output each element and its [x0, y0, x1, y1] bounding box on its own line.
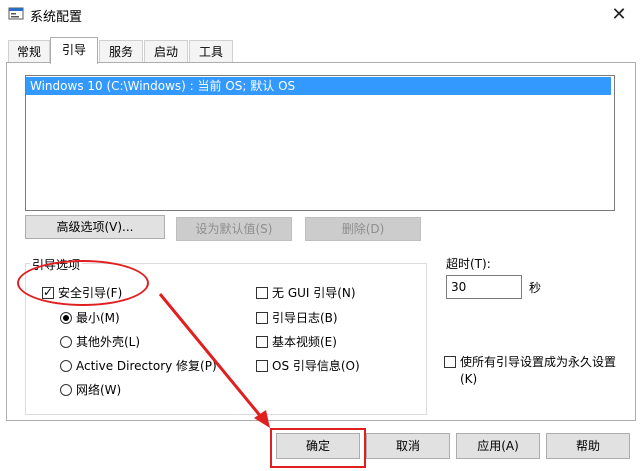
os-boot-info-checkbox[interactable]: [256, 360, 268, 372]
system-config-icon: [8, 7, 24, 20]
no-gui-boot-label[interactable]: 无 GUI 引导(N): [272, 286, 356, 300]
base-video-checkbox[interactable]: [256, 336, 268, 348]
boot-log-checkbox[interactable]: [256, 312, 268, 324]
minimal-label[interactable]: 最小(M): [76, 311, 120, 325]
help-button[interactable]: 帮助: [546, 433, 630, 459]
make-permanent-checkbox[interactable]: [444, 356, 456, 368]
minimal-radio[interactable]: [60, 312, 72, 324]
os-boot-info-label[interactable]: OS 引导信息(O): [272, 359, 360, 373]
annotation-rectangle: [270, 428, 366, 468]
boot-log-label[interactable]: 引导日志(B): [272, 311, 338, 325]
tab-boot[interactable]: 引导: [50, 37, 98, 64]
network-radio[interactable]: [60, 384, 72, 396]
alternate-shell-label[interactable]: 其他外壳(L): [76, 335, 140, 349]
os-list[interactable]: [25, 75, 615, 211]
timeout-input[interactable]: 30: [446, 275, 522, 299]
delete-button[interactable]: 删除(D): [305, 217, 421, 241]
timeout-label: 超时(T):: [446, 257, 491, 271]
tab-services[interactable]: 服务: [99, 40, 143, 63]
base-video-label[interactable]: 基本视频(E): [272, 335, 337, 349]
ad-repair-label[interactable]: Active Directory 修复(P): [76, 359, 217, 373]
annotation-ellipse: [17, 260, 149, 306]
os-list-item[interactable]: Windows 10 (C:\Windows) : 当前 OS; 默认 OS: [26, 77, 611, 95]
no-gui-boot-checkbox[interactable]: [256, 287, 268, 299]
tab-startup[interactable]: 启动: [144, 40, 188, 63]
network-label[interactable]: 网络(W): [76, 383, 121, 397]
make-permanent-label[interactable]: 使所有引导设置成为永久设置: [460, 355, 616, 369]
close-icon[interactable]: ✕: [604, 2, 634, 28]
make-permanent-label-key[interactable]: (K): [460, 372, 477, 386]
set-default-button[interactable]: 设为默认值(S): [176, 217, 292, 241]
apply-button[interactable]: 应用(A): [456, 433, 540, 459]
advanced-options-button[interactable]: 高级选项(V)...: [25, 215, 165, 239]
cancel-button[interactable]: 取消: [366, 433, 450, 459]
ad-repair-radio[interactable]: [60, 360, 72, 372]
window-title: 系统配置: [30, 10, 83, 25]
alternate-shell-radio[interactable]: [60, 336, 72, 348]
tab-tools[interactable]: 工具: [189, 40, 233, 63]
title-bar: [0, 0, 640, 30]
tab-general[interactable]: 常规: [8, 40, 50, 63]
timeout-unit: 秒: [529, 281, 542, 295]
